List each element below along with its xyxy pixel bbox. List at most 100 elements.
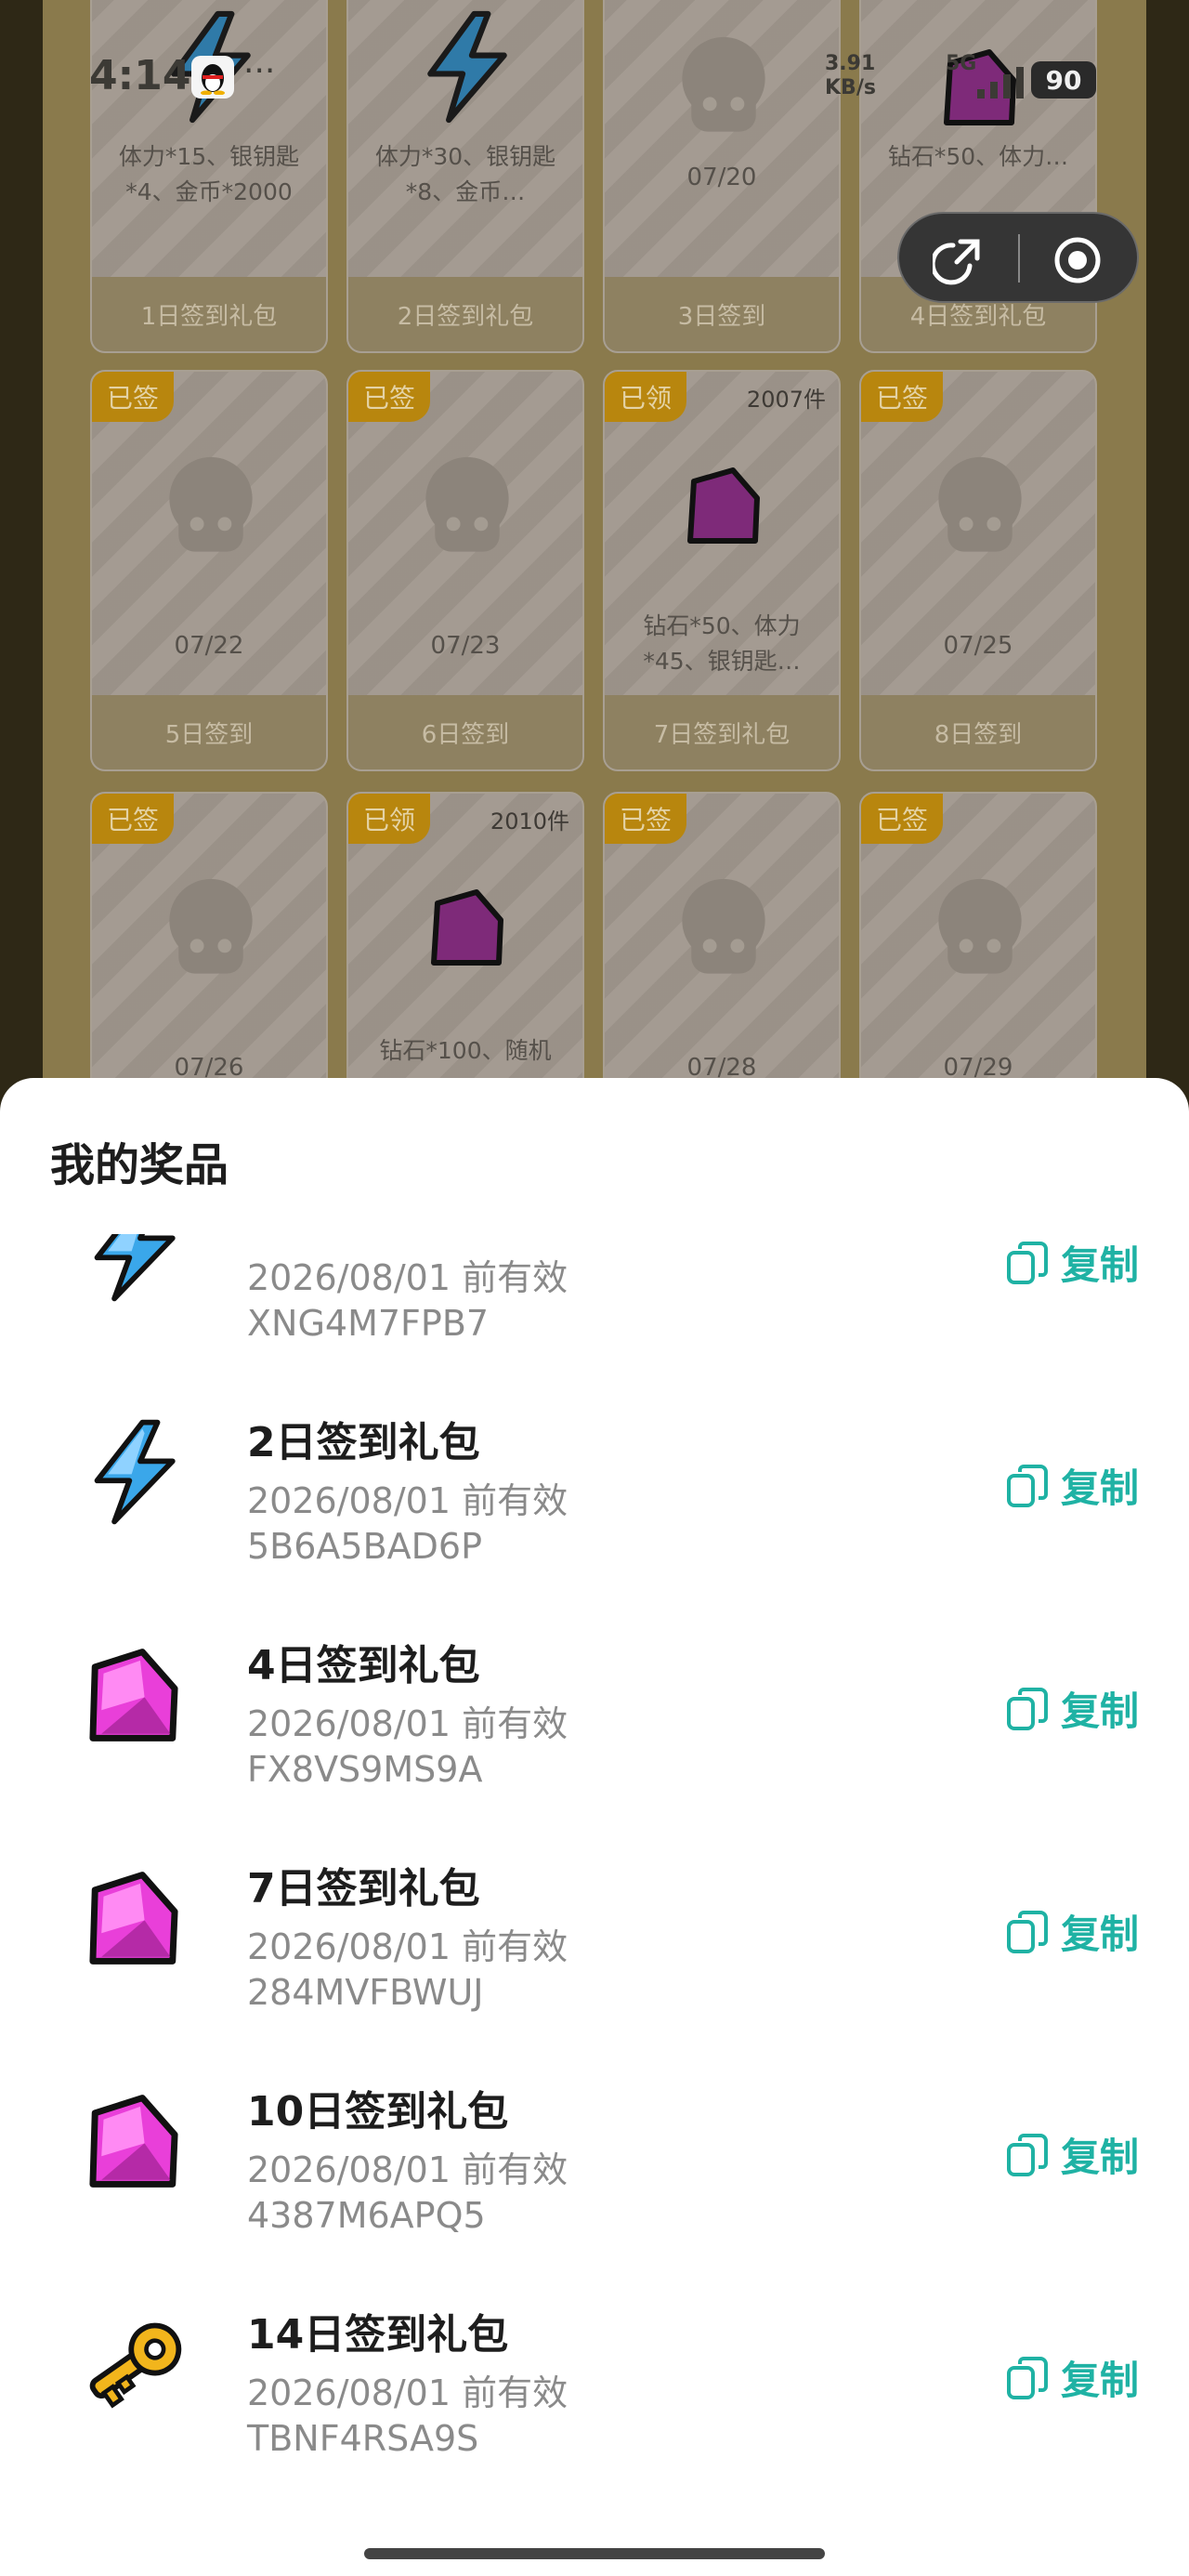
prize-item: 2026/08/01 前有效 XNG4M7FPB7 复制 — [0, 1234, 1189, 1381]
checkin-card[interactable]: 已签 07/22 5日签到 — [90, 370, 328, 771]
card-footer: 6日签到 — [348, 695, 582, 769]
lightning-icon — [94, 1234, 176, 1302]
card-footer: 5日签到 — [92, 695, 326, 769]
qq-notification-icon — [191, 56, 234, 99]
prize-validity: 2026/08/01 前有效 — [247, 2149, 568, 2190]
card-footer: 7日签到礼包 — [605, 695, 839, 769]
signal-icon — [977, 67, 1024, 99]
copy-button[interactable]: 复制 — [1005, 2126, 1139, 2183]
status-badge: 已签 — [861, 794, 943, 844]
copy-icon — [1006, 2356, 1048, 2399]
status-badge: 已签 — [861, 372, 943, 422]
network-speed-value: 3.91 — [825, 52, 876, 75]
background-page: 体力*15、银钥匙*4、金币*2000 1日签到礼包 体力*30、银钥匙*8、金… — [0, 0, 1189, 1193]
mascot-placeholder-icon — [169, 456, 253, 552]
checkin-card[interactable]: 体力*30、银钥匙*8、金币… 2日签到礼包 — [346, 0, 584, 353]
prize-name: 7日签到礼包 — [247, 1865, 480, 1912]
copy-label: 复制 — [1060, 1465, 1139, 1511]
card-description: 体力*30、银钥匙*8、金币… — [374, 143, 556, 205]
card-footer: 1日签到礼包 — [92, 277, 326, 351]
card-date: 07/20 — [686, 164, 757, 191]
prize-name: 2日签到礼包 — [247, 1419, 480, 1466]
prize-validity: 2026/08/01 前有效 — [247, 1926, 568, 1967]
prize-code: 5B6A5BAD6P — [247, 1526, 483, 1567]
copy-button[interactable]: 复制 — [1005, 1903, 1139, 1960]
copy-button[interactable]: 复制 — [1005, 1234, 1139, 1291]
prize-list[interactable]: 2026/08/01 前有效 XNG4M7FPB7 复制 2日签到礼包 2026… — [0, 1234, 1189, 2509]
my-prizes-sheet: 我的奖品 2026/08/01 前有效 XNG4M7FPB7 复制 2日签到礼包… — [0, 1078, 1189, 2576]
key-icon — [89, 2322, 182, 2409]
copy-button[interactable]: 复制 — [1005, 2349, 1139, 2406]
card-description: 钻石*50、体力*45、银钥匙… — [643, 612, 801, 675]
checkin-card[interactable]: 07/20 3日签到 — [603, 0, 841, 353]
checkin-card[interactable]: 已签 07/23 6日签到 — [346, 370, 584, 771]
card-date: 07/25 — [943, 632, 1013, 660]
status-badge: 已签 — [92, 372, 174, 422]
prize-item: 10日签到礼包 2026/08/01 前有效 4387M6APQ5 复制 — [0, 2050, 1189, 2273]
card-footer: 8日签到 — [861, 695, 1095, 769]
prize-validity: 2026/08/01 前有效 — [247, 1480, 568, 1521]
gem-icon — [89, 1649, 178, 1741]
home-indicator[interactable] — [364, 2548, 825, 2559]
gem-icon — [89, 1872, 178, 1965]
card-description: 钻石*50、体力… — [887, 143, 1069, 170]
lightning-icon — [94, 1419, 176, 1525]
card-date: 07/23 — [430, 632, 501, 660]
prize-name: 10日签到礼包 — [247, 2088, 509, 2136]
copy-label: 复制 — [1060, 1242, 1139, 1288]
status-badge: 已签 — [348, 372, 430, 422]
copy-icon — [1006, 1241, 1048, 1284]
mascot-placeholder-icon — [169, 878, 253, 974]
prize-code: FX8VS9MS9A — [247, 1749, 483, 1790]
prize-validity: 2026/08/01 前有效 — [247, 1703, 568, 1744]
share-icon[interactable] — [933, 234, 985, 286]
checkin-card[interactable]: 已领 2007件 钻石*50、体力*45、银钥匙… 7日签到礼包 — [603, 370, 841, 771]
copy-label: 复制 — [1060, 1689, 1139, 1734]
card-footer: 2日签到礼包 — [348, 277, 582, 351]
sheet-title: 我的奖品 — [50, 1139, 229, 1191]
status-time: 4:14 — [89, 52, 191, 99]
claim-count: 2010件 — [490, 808, 569, 835]
prize-code: 284MVFBWUJ — [247, 1972, 484, 2013]
screen: 体力*15、银钥匙*4、金币*2000 1日签到礼包 体力*30、银钥匙*8、金… — [0, 0, 1189, 2576]
prize-item: 14日签到礼包 2026/08/01 前有效 TBNF4RSA9S 复制 — [0, 2273, 1189, 2496]
prize-name: 14日签到礼包 — [247, 2311, 509, 2359]
copy-icon — [1006, 1464, 1048, 1507]
copy-icon — [1006, 1687, 1048, 1730]
mascot-placeholder-icon — [938, 878, 1022, 974]
copy-button[interactable]: 复制 — [1005, 1457, 1139, 1514]
gem-icon — [687, 467, 760, 544]
gem-icon — [89, 2095, 178, 2188]
miniprogram-capsule — [897, 212, 1139, 303]
prize-code: 4387M6APQ5 — [247, 2195, 486, 2236]
battery-indicator: 90 — [1031, 61, 1096, 99]
status-badge: 已领 — [605, 372, 686, 422]
mascot-placeholder-icon — [682, 36, 765, 132]
prize-name: 4日签到礼包 — [247, 1642, 480, 1689]
card-description: 钻石*100、随机 — [379, 1037, 552, 1064]
network-type: 5G — [946, 52, 977, 75]
status-badge: 已签 — [92, 794, 174, 844]
prize-item: 7日签到礼包 2026/08/01 前有效 284MVFBWUJ 复制 — [0, 1827, 1189, 2050]
mascot-placeholder-icon — [425, 456, 509, 552]
checkin-card[interactable]: 已签 07/25 8日签到 — [859, 370, 1097, 771]
copy-button[interactable]: 复制 — [1005, 1680, 1139, 1737]
card-date: 07/22 — [174, 632, 244, 660]
prize-validity: 2026/08/01 前有效 — [247, 2372, 568, 2413]
prize-code: XNG4M7FPB7 — [247, 1303, 490, 1344]
lightning-icon — [427, 10, 507, 124]
claim-count: 2007件 — [746, 387, 826, 413]
more-notifications-indicator: ··· — [243, 52, 276, 90]
mascot-placeholder-icon — [938, 456, 1022, 552]
prize-item: 2日签到礼包 2026/08/01 前有效 5B6A5BAD6P 复制 — [0, 1381, 1189, 1604]
close-target-icon[interactable] — [1052, 234, 1104, 286]
copy-icon — [1006, 2133, 1048, 2176]
card-footer: 3日签到 — [605, 277, 839, 351]
card-description: 体力*15、银钥匙*4、金币*2000 — [118, 143, 300, 205]
copy-label: 复制 — [1060, 2135, 1139, 2180]
status-badge: 已领 — [348, 794, 430, 844]
mascot-placeholder-icon — [682, 878, 765, 974]
network-speed: 3.91 KB/s — [825, 52, 876, 100]
network-speed-unit: KB/s — [825, 76, 876, 99]
copy-label: 复制 — [1060, 1912, 1139, 1957]
